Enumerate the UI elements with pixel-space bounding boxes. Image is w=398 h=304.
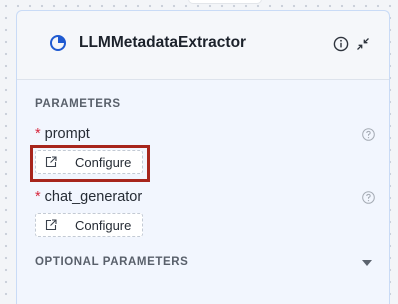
edge-connector-stub: [188, 0, 262, 4]
component-node-card[interactable]: LLMMetadataExtractor PARAMETERS * prompt …: [16, 10, 390, 304]
configure-button-label: Configure: [75, 155, 132, 170]
param-name: chat_generator: [44, 189, 143, 205]
configure-button-label: Configure: [75, 218, 132, 233]
param-name: prompt: [44, 126, 90, 142]
required-marker: *: [35, 126, 41, 142]
pie-chart-icon: [50, 35, 66, 51]
parameters-section-title: PARAMETERS: [35, 98, 121, 110]
node-title: LLMMetadataExtractor: [79, 34, 247, 51]
required-marker: *: [35, 189, 41, 205]
caret-down-icon[interactable]: [362, 260, 372, 266]
param-label-chat-generator: * chat_generator: [35, 189, 142, 205]
question-circle-icon[interactable]: [362, 128, 375, 141]
configure-button-chat-generator[interactable]: Configure: [35, 213, 143, 237]
external-link-icon: [45, 219, 57, 231]
collapse-arrows-icon[interactable]: [356, 37, 370, 51]
info-icon[interactable]: [333, 36, 349, 52]
external-link-icon: [45, 156, 57, 168]
node-header: LLMMetadataExtractor: [17, 11, 389, 80]
question-circle-icon[interactable]: [362, 191, 375, 204]
configure-button-prompt[interactable]: Configure: [35, 150, 143, 174]
optional-parameters-toggle[interactable]: OPTIONAL PARAMETERS: [35, 256, 188, 268]
param-label-prompt: * prompt: [35, 126, 90, 142]
